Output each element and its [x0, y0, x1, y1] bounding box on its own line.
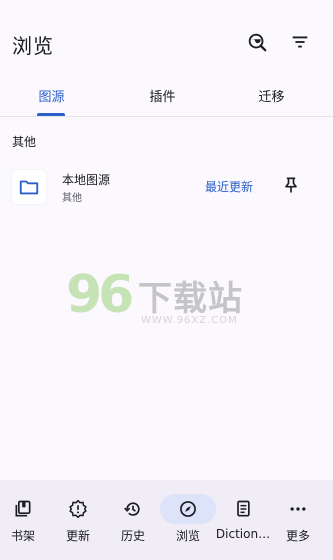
watermark-url: WWW.96XZ.COM — [141, 315, 238, 326]
global-search-button[interactable] — [245, 30, 269, 54]
source-list-item[interactable]: 本地图源 其他 最近更新 — [0, 160, 333, 212]
nav-label-more: 更多 — [285, 529, 310, 543]
nav-dictionary[interactable]: Diction… — [215, 494, 271, 550]
filter-button[interactable] — [288, 30, 312, 54]
tab-bar: 图源 插件 迁移 — [0, 80, 333, 117]
active-tab-indicator — [37, 113, 65, 116]
source-name: 本地图源 — [62, 173, 111, 187]
tab-migration[interactable]: 迁移 — [216, 86, 327, 105]
nav-library[interactable]: 书架 — [0, 494, 51, 550]
folder-icon — [19, 180, 39, 195]
bookshelf-icon — [15, 500, 31, 517]
alert-badge-icon — [69, 499, 87, 519]
source-icon-tile — [12, 170, 46, 204]
nav-updates[interactable]: 更新 — [50, 494, 106, 550]
nav-history[interactable]: 历史 — [105, 494, 161, 550]
tab-sources[interactable]: 图源 — [0, 86, 107, 105]
section-header: 其他 — [12, 135, 37, 149]
pin-button[interactable] — [280, 174, 302, 196]
top-app-bar: 浏览 — [0, 0, 333, 88]
watermark-text: 下载站 — [138, 279, 243, 319]
bottom-navigation: 书架 更新 历史 浏览 Diction… 更多 — [0, 480, 333, 560]
filter-icon — [292, 36, 308, 48]
nav-browse[interactable]: 浏览 — [160, 494, 216, 550]
travel-explore-icon — [248, 33, 267, 52]
watermark-number: 96 — [66, 265, 134, 325]
latest-button[interactable]: 最近更新 — [205, 178, 253, 195]
active-nav-indicator — [160, 494, 216, 524]
watermark-logo: 96 下载站 WWW.96XZ.COM — [66, 265, 266, 335]
tab-extensions[interactable]: 插件 — [107, 86, 218, 105]
history-icon — [124, 502, 140, 516]
nav-more[interactable]: 更多 — [270, 494, 326, 550]
pin-icon — [285, 177, 297, 193]
page-title: 浏览 — [12, 34, 54, 58]
source-language: 其他 — [62, 193, 82, 204]
compass-icon — [180, 501, 196, 517]
dictionary-icon — [237, 500, 250, 517]
more-icon — [290, 507, 306, 511]
